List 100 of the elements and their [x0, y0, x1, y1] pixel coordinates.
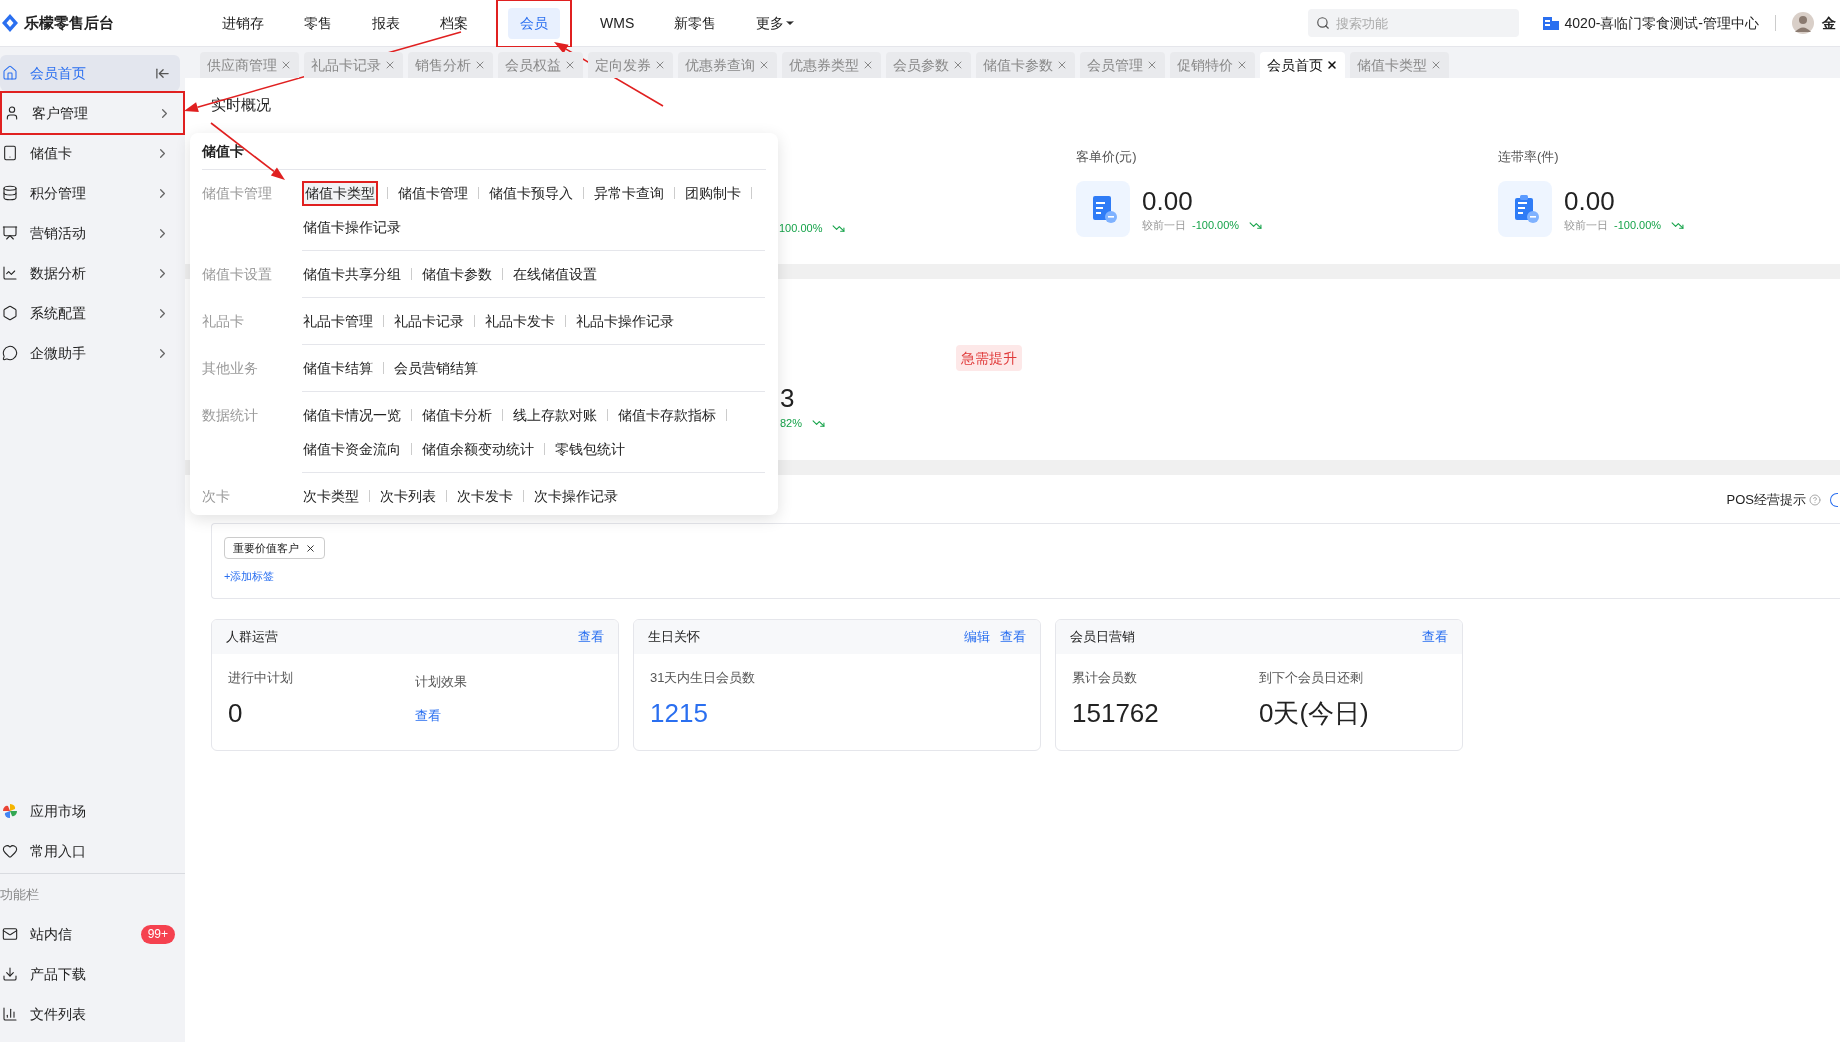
sidebar-item[interactable]: 系统配置 — [0, 295, 180, 331]
search-icon — [1315, 16, 1330, 30]
page-tab[interactable]: 会员首页 — [1260, 52, 1345, 78]
sidebar-item[interactable]: 营销活动 — [0, 215, 180, 251]
menu-item[interactable]: 在线储值设置 — [512, 263, 598, 285]
menu-item[interactable]: 异常卡查询 — [593, 182, 665, 204]
user-name[interactable]: 金 — [1822, 12, 1836, 34]
sidebar-item[interactable]: 会员首页 — [0, 55, 180, 91]
sidebar-item[interactable]: 企微助手 — [0, 335, 180, 371]
menu-item[interactable]: 礼品卡记录 — [393, 310, 465, 332]
menu-item[interactable]: 礼品卡管理 — [302, 310, 374, 332]
document-icon — [1076, 181, 1130, 237]
menu-item[interactable]: 储值卡分析 — [421, 404, 493, 426]
group-label: 次卡 — [202, 486, 231, 506]
change-value: 100.00% — [779, 220, 823, 236]
logo-icon — [2, 14, 18, 32]
menu-item[interactable]: 次卡列表 — [379, 485, 437, 507]
menu-item[interactable]: 会员营销结算 — [393, 357, 479, 379]
menu-item[interactable]: 储值卡结算 — [302, 357, 374, 379]
field-value: 151762 — [1072, 696, 1160, 730]
view-link[interactable]: 查看 — [415, 705, 441, 725]
group-label: 储值卡管理 — [202, 183, 273, 203]
nav-tab[interactable]: 进销存 — [210, 7, 276, 39]
change-value: 82% — [780, 416, 803, 431]
field-label: 到下个会员日还剩 — [1259, 669, 1364, 687]
close-icon[interactable] — [1326, 59, 1338, 71]
nav-tab[interactable]: 档案 — [428, 7, 480, 39]
menu-item[interactable]: 储值卡预导入 — [488, 182, 574, 204]
database-icon — [2, 185, 18, 201]
card-link[interactable]: 查看 — [1422, 627, 1448, 647]
nav-tab[interactable]: 更多 — [744, 7, 809, 39]
change-value: -100.00% — [1192, 217, 1240, 233]
stat-label: 客单价(元) — [1076, 148, 1138, 166]
menu-item[interactable]: 储值卡资金流向 — [302, 438, 402, 460]
customer-tag[interactable]: 重要价值客户 — [224, 537, 325, 559]
nav-tab[interactable]: 报表 — [360, 7, 412, 39]
heart-icon — [2, 843, 18, 859]
user-icon — [4, 105, 20, 121]
menu-item[interactable]: 储值卡情况一览 — [302, 404, 402, 426]
menu-item[interactable]: 次卡操作记录 — [533, 485, 619, 507]
menu-item[interactable]: 礼品卡发卡 — [484, 310, 556, 332]
tip-label: POS经营提示 — [1726, 491, 1806, 510]
card-link[interactable]: 编辑 — [964, 627, 990, 647]
menu-item[interactable]: 储值卡类型 — [304, 182, 376, 204]
menu-item[interactable]: 储值余额变动统计 — [421, 438, 535, 460]
menu-item[interactable]: 次卡发卡 — [456, 485, 514, 507]
sidebar-item[interactable]: 积分管理 — [0, 175, 180, 211]
board-icon — [2, 225, 18, 241]
menu-item[interactable]: 储值卡共享分组 — [302, 263, 402, 285]
close-icon[interactable] — [305, 542, 316, 554]
card-title: 人群运营 — [226, 628, 279, 647]
menu-item[interactable]: 储值卡管理 — [397, 182, 469, 204]
field-label: 进行中计划 — [228, 669, 294, 687]
pinwheel-icon — [2, 803, 18, 819]
field-label: 31天内生日会员数 — [650, 669, 757, 687]
store-name[interactable]: 4020-喜临门零食测试-管理中心 — [1564, 12, 1759, 34]
menu-item[interactable]: 线上存款对账 — [512, 404, 598, 426]
help-icon[interactable] — [1809, 494, 1821, 506]
nav-tab[interactable]: 零售 — [292, 7, 344, 39]
avatar[interactable] — [1792, 12, 1814, 34]
sidebar-item[interactable]: 应用市场 — [0, 791, 185, 831]
field-value: 0 — [228, 696, 244, 730]
stat-value: 0.00 — [1142, 184, 1194, 217]
group-label: 其他业务 — [202, 358, 259, 378]
menu-item[interactable]: 储值卡操作记录 — [302, 216, 402, 238]
sidebar-item[interactable]: 站内信 99+ — [0, 914, 185, 954]
stat-value: 0.00 — [1564, 184, 1616, 217]
sidebar-item[interactable]: 客户管理 — [2, 95, 182, 131]
compare-label: 较前一日 — [1564, 217, 1608, 233]
card-icon — [2, 145, 18, 161]
bar-chart-icon — [2, 1006, 18, 1022]
sidebar-item[interactable]: 数据分析 — [0, 255, 180, 291]
menu-item[interactable]: 团购制卡 — [684, 182, 742, 204]
score-value: 3 — [780, 383, 796, 413]
nav-tab[interactable]: 会员 — [508, 7, 560, 39]
field-label: 计划效果 — [415, 673, 468, 691]
menu-item[interactable]: 次卡类型 — [302, 485, 360, 507]
nav-tab[interactable]: WMS — [588, 7, 647, 39]
stat-label: 连带率(件) — [1498, 148, 1560, 166]
sidebar-item[interactable]: 文件列表 — [0, 994, 185, 1034]
add-tag-link[interactable]: +添加标签 — [224, 568, 275, 585]
sidebar-item[interactable]: 产品下载 — [0, 954, 185, 994]
change-value: -100.00% — [1614, 217, 1662, 233]
card-link[interactable]: 查看 — [578, 627, 604, 647]
menu-item[interactable]: 礼品卡操作记录 — [575, 310, 675, 332]
search-field[interactable]: 搜索功能 — [1307, 9, 1519, 37]
download-icon — [2, 966, 18, 982]
sidebar-item[interactable]: 常用入口 — [0, 831, 185, 871]
field-label: 累计会员数 — [1072, 669, 1138, 687]
sidebar-item[interactable]: 储值卡 — [0, 135, 180, 171]
section-label: 功能栏 — [0, 886, 40, 905]
nav-tab[interactable]: 新零售 — [662, 7, 729, 39]
chat-icon — [2, 345, 18, 361]
clipboard-icon — [1498, 181, 1552, 237]
menu-item[interactable]: 储值卡存款指标 — [617, 404, 717, 426]
menu-item[interactable]: 储值卡参数 — [421, 263, 493, 285]
menu-item[interactable]: 零钱包统计 — [554, 438, 626, 460]
home-icon — [2, 65, 18, 81]
card-link[interactable]: 查看 — [1000, 627, 1026, 647]
group-label: 储值卡设置 — [202, 264, 273, 284]
